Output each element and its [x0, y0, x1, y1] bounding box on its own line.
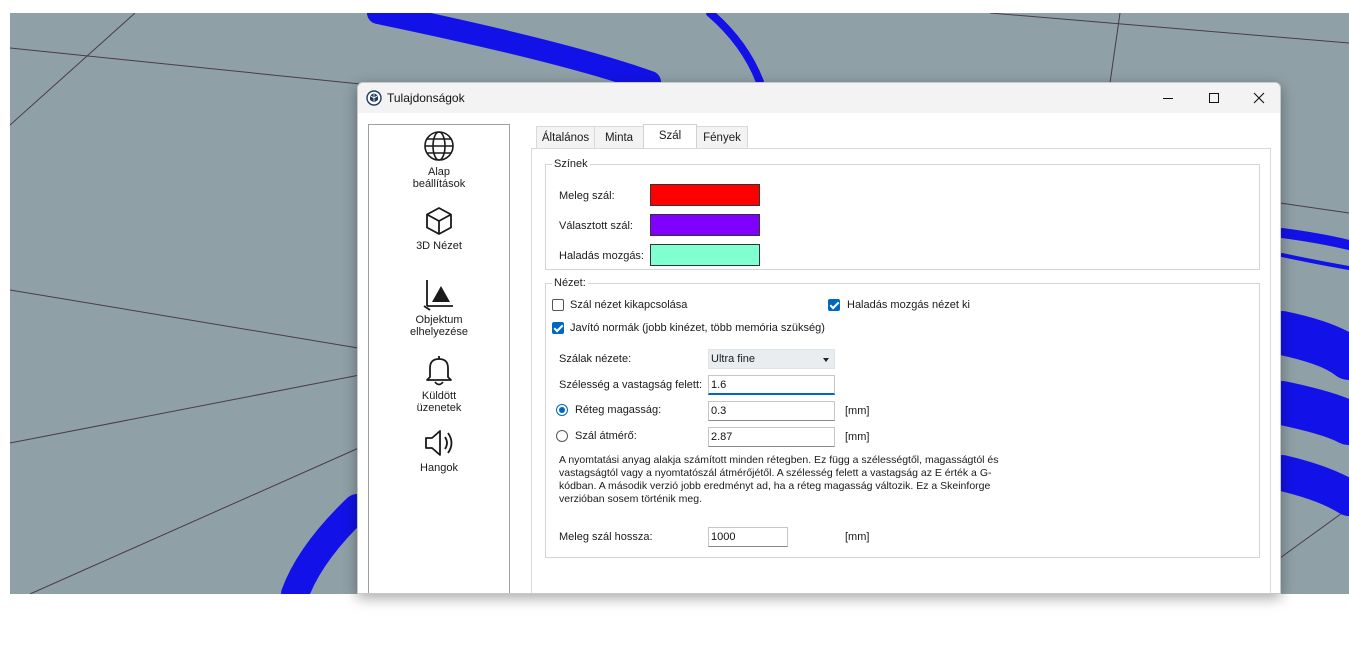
sidebar-item-label: 3D Nézet — [416, 240, 462, 252]
minimize-icon — [1163, 98, 1173, 99]
bell-icon — [426, 356, 452, 386]
hot-filament-length-unit: [mm] — [845, 531, 870, 543]
tab-pattern[interactable]: Minta — [594, 126, 644, 148]
view-group-legend: Nézet: — [554, 277, 586, 289]
selected-filament-color-label: Választott szál: — [559, 220, 633, 232]
sidebar-item-sounds[interactable]: Hangok — [369, 427, 509, 474]
sidebar-item-3d-view[interactable]: 3D Nézet — [369, 205, 509, 252]
hot-filament-color-label: Meleg szál: — [559, 190, 615, 202]
tab-lights[interactable]: Fények — [696, 126, 748, 148]
hot-filament-color-swatch[interactable] — [650, 184, 760, 206]
tab-general[interactable]: Általános — [536, 126, 595, 148]
tab-filament[interactable]: Szál — [643, 124, 697, 148]
sidebar-item-label: Objektum elhelyezése — [409, 314, 469, 338]
travel-move-color-swatch[interactable] — [650, 244, 760, 266]
filament-diameter-unit: [mm] — [845, 431, 870, 443]
travel-view-off-checkbox[interactable] — [828, 299, 840, 311]
close-icon — [1253, 92, 1265, 104]
filament-shape-description: A nyomtatási anyag alakja számított mind… — [559, 454, 999, 505]
sidebar-item-label: Hangok — [420, 462, 458, 474]
width-over-thickness-input[interactable]: 1.6 — [708, 375, 835, 395]
filament-view-selected-value: Ultra fine — [711, 353, 756, 365]
layer-height-label[interactable]: Réteg magasság: — [575, 404, 661, 416]
globe-icon — [424, 131, 454, 161]
speaker-icon — [425, 430, 453, 456]
travel-view-off-label[interactable]: Haladás mozgás nézet ki — [847, 299, 970, 311]
sidebar-item-sent-messages[interactable]: Küldött üzenetek — [369, 353, 509, 414]
filament-diameter-label[interactable]: Szál átmérő: — [575, 430, 637, 442]
tab-panel-filament: Színek Meleg szál: Választott szál: Hala… — [531, 148, 1271, 593]
disable-filament-view-label[interactable]: Szál nézet kikapcsolása — [570, 299, 687, 311]
maximize-button[interactable] — [1191, 83, 1237, 113]
colors-group-legend: Színek — [554, 158, 588, 170]
minimize-button[interactable] — [1145, 83, 1191, 113]
filament-view-select[interactable]: Ultra fine — [708, 349, 835, 369]
selected-filament-color-swatch[interactable] — [650, 214, 760, 236]
settings-sidebar: Alap beállítások 3D Nézet Objektum elhel — [368, 124, 510, 593]
layer-height-unit: [mm] — [845, 405, 870, 417]
sidebar-item-basic-settings[interactable]: Alap beállítások — [369, 129, 509, 190]
width-over-thickness-label: Szélesség a vastagság felett: — [559, 379, 703, 391]
properties-dialog: Tulajdonságok Alap beállítások 3D Nézet … — [357, 82, 1281, 594]
hot-filament-length-input[interactable]: 1000 — [708, 527, 788, 547]
filament-view-label: Szálak nézete: — [559, 353, 632, 365]
close-button[interactable] — [1236, 83, 1280, 113]
layer-height-radio[interactable] — [556, 404, 568, 416]
title-bar[interactable]: Tulajdonságok — [358, 83, 1280, 113]
sidebar-item-object-placement[interactable]: Objektum elhelyezése — [369, 277, 509, 338]
filament-diameter-input[interactable]: 2.87 — [708, 427, 835, 447]
layer-height-input[interactable]: 0.3 — [708, 401, 835, 421]
hot-filament-length-label: Meleg szál hossza: — [559, 531, 653, 543]
window-title: Tulajdonságok — [387, 91, 465, 105]
disable-filament-view-checkbox[interactable] — [552, 299, 564, 311]
cube-icon — [426, 207, 452, 235]
object-placement-icon — [423, 280, 453, 311]
sidebar-item-label: Alap beállítások — [412, 166, 466, 190]
filament-diameter-radio[interactable] — [556, 430, 568, 442]
travel-move-color-label: Haladás mozgás: — [559, 250, 644, 262]
view-group: Nézet: — [545, 277, 1260, 558]
correct-normals-label[interactable]: Javító normák (jobb kinézet, több memóri… — [570, 322, 825, 334]
correct-normals-checkbox[interactable] — [552, 322, 564, 334]
app-icon — [366, 90, 382, 106]
chevron-down-icon — [823, 358, 829, 362]
sidebar-item-label: Küldött üzenetek — [416, 390, 462, 414]
maximize-icon — [1209, 93, 1219, 103]
